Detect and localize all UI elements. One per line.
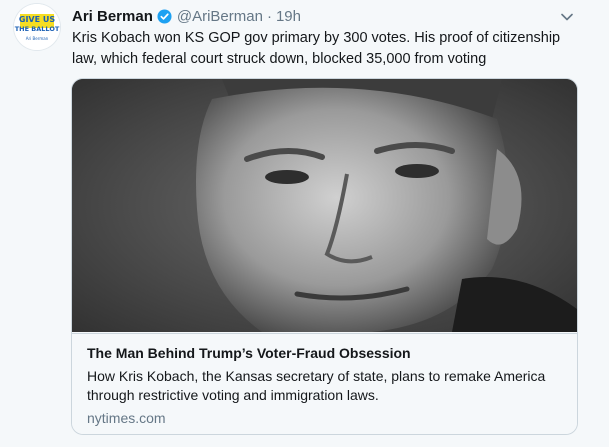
- avatar-text-line1: GIVE US: [19, 15, 55, 24]
- card-domain: nytimes.com: [87, 410, 166, 426]
- author-name[interactable]: Ari Berman: [72, 8, 153, 25]
- card-image[interactable]: [72, 79, 577, 332]
- avatar-text-line2: THE BALLOT: [15, 25, 60, 33]
- avatar-text-line3: Ari Berman: [26, 36, 49, 41]
- card-body[interactable]: The Man Behind Trump’s Voter-Fraud Obses…: [72, 333, 577, 434]
- link-card[interactable]: The Man Behind Trump’s Voter-Fraud Obses…: [71, 78, 578, 435]
- separator-dot: ·: [266, 7, 272, 25]
- author-handle[interactable]: @AriBerman: [177, 8, 263, 25]
- chevron-down-icon[interactable]: [559, 9, 575, 25]
- tweet[interactable]: GIVE US THE BALLOT Ari Berman Ari Berman…: [0, 0, 609, 447]
- avatar[interactable]: GIVE US THE BALLOT Ari Berman: [14, 4, 60, 50]
- card-title[interactable]: The Man Behind Trump’s Voter-Fraud Obses…: [87, 344, 567, 363]
- timestamp[interactable]: 19h: [276, 8, 301, 25]
- tweet-text: Kris Kobach won KS GOP gov primary by 30…: [72, 30, 561, 67]
- verified-badge-icon: [157, 8, 172, 24]
- tweet-header: Ari Berman @AriBerman · 19h: [72, 5, 301, 27]
- card-description: How Kris Kobach, the Kansas secretary of…: [87, 368, 546, 403]
